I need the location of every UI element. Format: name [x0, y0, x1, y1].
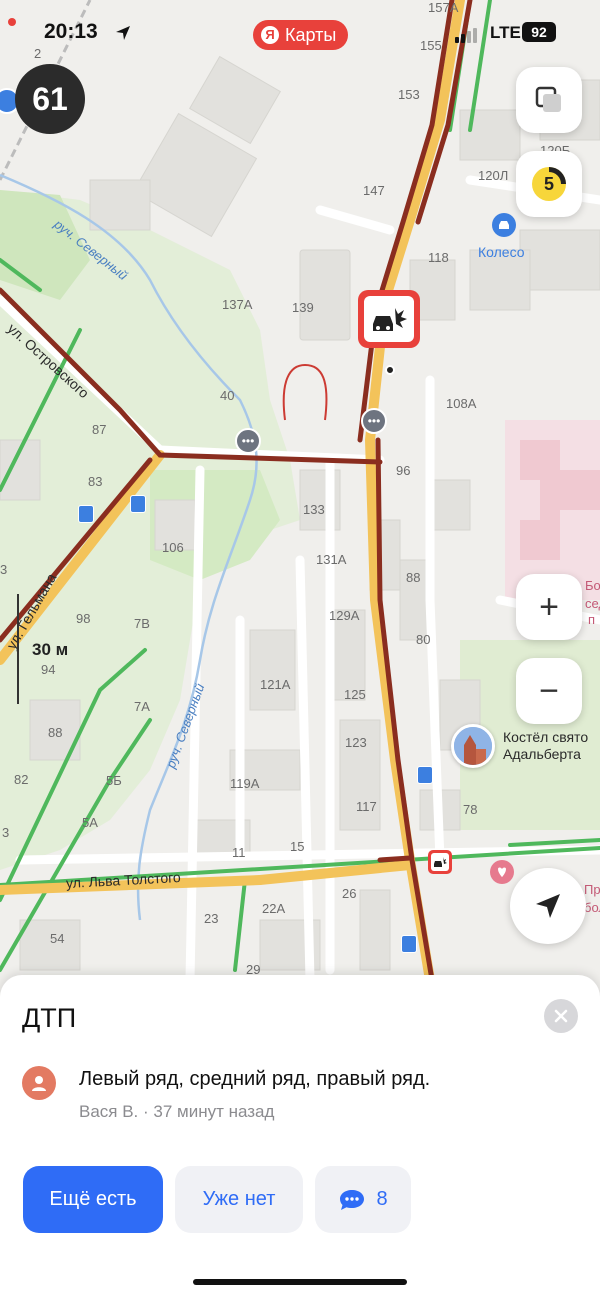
house-number: 96 — [396, 463, 411, 478]
accident-marker-icon[interactable] — [358, 290, 420, 348]
zoom-in-button[interactable]: + — [516, 574, 582, 640]
house-number: 88 — [48, 725, 63, 740]
traffic-score-icon: 5 — [529, 164, 569, 204]
car-service-icon[interactable] — [492, 213, 516, 237]
zoom-out-button[interactable]: − — [516, 658, 582, 724]
house-number: 106 — [162, 540, 184, 555]
house-number: 78 — [463, 802, 478, 817]
comments-count: 8 — [376, 1188, 388, 1210]
yandex-maps-badge[interactable]: Я Карты — [253, 20, 349, 50]
house-number: 5А — [82, 815, 98, 830]
house-number: 137А — [222, 297, 253, 312]
house-number: 3 — [0, 562, 8, 577]
still-there-button[interactable]: Ещё есть — [23, 1166, 163, 1233]
map-view[interactable]: 157А 155 153 147 120Л 120Б 118 137А 139 … — [0, 0, 600, 1000]
house-number: 117 — [356, 799, 377, 814]
house-number: 157А — [428, 0, 459, 15]
house-number: 129А — [329, 608, 360, 623]
bus-stop-icon[interactable] — [417, 766, 433, 784]
incident-message: Левый ряд, средний ряд, правый ряд. — [79, 1068, 431, 1090]
house-number: 120Л — [478, 168, 509, 183]
house-number: 82 — [14, 772, 29, 787]
poi-label: Адальберта — [503, 746, 581, 762]
house-number: 125 — [344, 687, 366, 702]
house-number: 87 — [92, 422, 107, 437]
house-number: 123 — [345, 735, 367, 750]
house-number: 118 — [428, 250, 449, 265]
road-comment-icon[interactable]: ••• — [361, 408, 387, 434]
comment-bubble-icon — [340, 1189, 365, 1210]
bus-stop-icon[interactable] — [78, 505, 94, 523]
house-number: 108А — [446, 396, 477, 411]
scale-bar — [17, 594, 19, 704]
incident-sheet: ДТП Левый ряд, средний ряд, правый ряд. … — [0, 975, 600, 1297]
accident-marker-small-icon[interactable] — [428, 850, 452, 874]
app-name: Карты — [285, 24, 337, 45]
home-indicator[interactable] — [193, 1279, 407, 1285]
poi-label: Пр — [584, 882, 600, 897]
house-number: 7В — [134, 616, 150, 631]
house-number: 88 — [406, 570, 421, 585]
house-number: 5Б — [106, 773, 122, 788]
network-type: LTE — [490, 23, 521, 42]
gone-button[interactable]: Уже нет — [175, 1166, 303, 1233]
clinic-icon[interactable] — [490, 860, 514, 884]
my-location-button[interactable] — [510, 868, 586, 944]
poi-label: сед — [585, 596, 600, 611]
plus-icon: + — [539, 588, 559, 626]
layers-button[interactable] — [516, 67, 582, 133]
poi-label: Костёл свято — [503, 729, 589, 745]
house-number: 147 — [363, 183, 385, 198]
poi-label: Больн — [585, 578, 600, 593]
incident-point-icon — [385, 365, 395, 375]
layers-icon — [535, 86, 561, 112]
battery-icon: 92 — [522, 22, 556, 42]
house-number: 40 — [220, 388, 235, 403]
house-number: 15 — [290, 839, 305, 854]
house-number: 121А — [260, 677, 291, 692]
poi-label: боль — [584, 900, 600, 915]
house-number: 7А — [134, 699, 150, 714]
scale-label: 30 м — [32, 640, 69, 659]
close-button[interactable] — [544, 999, 578, 1033]
status-bar: 20:13 Я Карты LTE 92 — [0, 18, 600, 52]
incident-meta: Вася В. · 37 минут назад — [79, 1102, 275, 1121]
user-avatar-icon — [22, 1066, 56, 1100]
house-number: 94 — [41, 662, 56, 677]
house-number: 153 — [398, 87, 420, 102]
house-number: 139 — [292, 300, 314, 315]
traffic-score: 5 — [543, 174, 554, 194]
bus-stop-icon[interactable] — [130, 495, 146, 513]
traffic-button[interactable]: 5 — [516, 151, 582, 217]
clock: 20:13 — [44, 20, 98, 43]
house-number: 98 — [76, 611, 91, 626]
gone-label: Уже нет — [202, 1188, 276, 1210]
poi-label: Колесо — [478, 244, 525, 260]
road-comment-icon[interactable]: ••• — [235, 428, 261, 454]
house-number: 23 — [204, 911, 219, 926]
incident-title: ДТП — [22, 1003, 77, 1033]
navigation-arrow-icon — [536, 894, 560, 918]
signal-icon — [455, 28, 477, 43]
house-number: 11 — [232, 845, 246, 860]
minus-icon: − — [539, 672, 559, 710]
house-number: 131А — [316, 552, 347, 567]
close-icon — [554, 1009, 568, 1023]
house-number: 80 — [416, 632, 431, 647]
comments-button[interactable]: 8 — [315, 1166, 411, 1233]
house-number: 54 — [50, 931, 65, 946]
speed-indicator[interactable]: 61 — [15, 64, 85, 134]
house-number: 22А — [262, 901, 286, 916]
yandex-logo-icon: Я — [261, 26, 279, 44]
house-number: 83 — [88, 474, 103, 489]
house-number: 26 — [342, 886, 357, 901]
poi-label: п — [588, 612, 596, 627]
location-arrow-icon — [116, 26, 130, 40]
house-number: 3 — [2, 825, 10, 840]
bus-stop-icon[interactable] — [401, 935, 417, 953]
church-photo-icon[interactable] — [451, 724, 495, 768]
house-number: 119А — [230, 776, 260, 791]
house-number: 133 — [303, 502, 325, 517]
still-there-label: Ещё есть — [49, 1188, 137, 1210]
